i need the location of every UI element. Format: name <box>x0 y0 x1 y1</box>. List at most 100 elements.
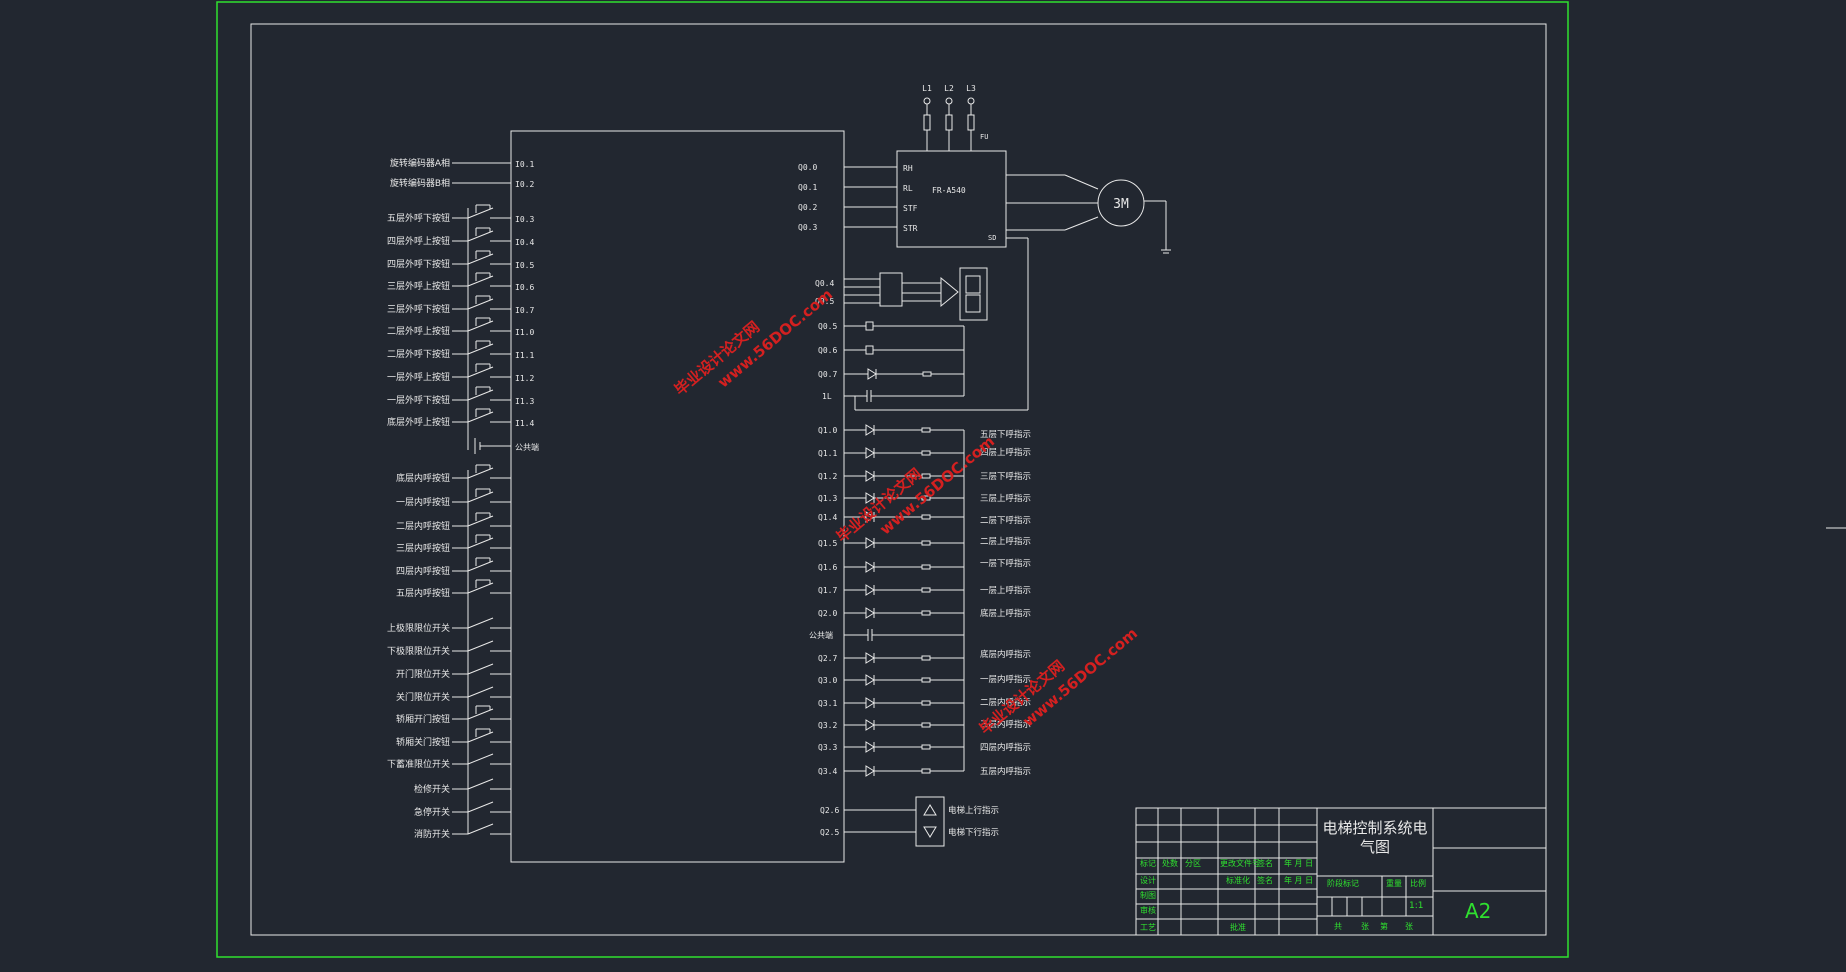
title-block-cell: 审核 <box>1140 905 1156 915</box>
phase-terminal <box>945 97 953 105</box>
lamp-diode <box>865 607 875 619</box>
phase-terminal <box>923 97 931 105</box>
watermark-layer: 毕业设计论文网www.56DOC.com 毕业设计论文网www.56DOC.com… <box>671 285 1141 738</box>
direction-label: 电梯下行指示 <box>948 827 999 838</box>
drawing-title: 气图 <box>1360 838 1390 856</box>
input-label: 五层内呼按钮 <box>396 587 450 599</box>
contact-blade <box>467 366 494 378</box>
input-label: 二层内呼按钮 <box>396 520 450 532</box>
lamp-resistor <box>921 427 931 433</box>
lamp-resistor <box>921 564 931 570</box>
phase-label: L3 <box>966 84 976 93</box>
lamp-output-label: Q3.0 <box>818 676 837 685</box>
contact-blade <box>467 230 494 242</box>
input-label: 旋转编码器B相 <box>390 177 450 189</box>
contact-blade <box>467 491 494 503</box>
lamp-diode <box>865 424 875 436</box>
direction-output-label: Q2.5 <box>820 828 839 837</box>
inverter-sd: SD <box>988 234 996 242</box>
lamp-label: 三层上呼指示 <box>980 493 1031 504</box>
input-terminal-label: I0.1 <box>515 160 534 169</box>
input-terminal-label: I1.3 <box>515 397 534 406</box>
input-terminal-label: I0.7 <box>515 306 534 315</box>
title-block-cell: 标准化 <box>1226 875 1250 885</box>
phase-label: L2 <box>944 84 954 93</box>
segment-top <box>965 275 981 294</box>
lamp-resistor <box>921 744 931 750</box>
phase-label: L1 <box>922 84 932 93</box>
input-terminal-label: I0.4 <box>515 238 534 247</box>
contact-blade <box>467 617 494 629</box>
fuse <box>923 114 931 131</box>
lamp-diode <box>865 697 875 709</box>
motor-wire <box>1064 174 1099 190</box>
input-side: 旋转编码器A相 I0.1 旋转编码器B相 I0.2 五层外呼下按钮 I0.3 四层外呼上按钮… <box>387 157 539 840</box>
drive-circuit: Q0.0 RH Q0.1 RL Q0.2 STF Q0.3 STR FR-A540 SD L1 L2 L… <box>798 84 1171 388</box>
misc-outputs: Q0.5 Q0.6 Q0.7 1L <box>818 321 1029 411</box>
input-label: 二层外呼上按钮 <box>387 325 450 337</box>
contact-blade <box>467 801 494 813</box>
input-label: 底层外呼上按钮 <box>387 416 450 428</box>
lamp-output-label: 公共端 <box>809 630 833 640</box>
misc-output-label: 1L <box>822 392 832 401</box>
input-label: 旋转编码器A相 <box>390 157 450 169</box>
inverter-terminal: RL <box>903 184 913 193</box>
contact-blade <box>467 663 494 675</box>
contact-blade <box>467 411 494 423</box>
fuse-label: FU <box>980 133 988 141</box>
lamp-resistor <box>921 540 931 546</box>
lamp-resistor <box>921 722 931 728</box>
lamp-label: 四层内呼指示 <box>980 742 1031 753</box>
bus-arrow-head <box>940 276 959 308</box>
misc-output-label: Q0.7 <box>818 370 837 379</box>
contact-blade <box>467 753 494 765</box>
contact-blade <box>467 275 494 287</box>
contact-blade <box>467 731 494 743</box>
lamp-resistor <box>921 450 931 456</box>
down-arrow-icon <box>923 826 937 838</box>
input-label: 急停开关 <box>414 806 450 818</box>
contact-blade <box>467 515 494 527</box>
input-label: 四层外呼下按钮 <box>387 258 450 270</box>
motor-wire <box>1064 216 1099 231</box>
direction-label: 电梯上行指示 <box>948 805 999 816</box>
input-label: 下蓄准限位开关 <box>387 758 450 770</box>
input-label: 轿厢开门按钮 <box>396 713 450 725</box>
contact-blade <box>467 467 494 479</box>
input-label: 关门限位开关 <box>396 691 450 703</box>
input-label: 一层外呼下按钮 <box>387 394 450 406</box>
title-block-cell: 年 月 日 <box>1284 875 1313 885</box>
drive-output-label: Q0.2 <box>798 203 817 212</box>
paper-size: A2 <box>1465 899 1491 923</box>
watermark: 毕业设计论文网www.56DOC.com <box>671 285 836 399</box>
direction-output-label: Q2.6 <box>820 806 839 815</box>
lamp-label: 五层内呼指示 <box>980 766 1031 777</box>
fuse <box>945 114 953 131</box>
lamp-output-label: Q2.0 <box>818 609 837 618</box>
lamp-label: 二层下呼指示 <box>980 515 1031 526</box>
lamp-diode <box>865 674 875 686</box>
electrical-drawing-sheet: 旋转编码器A相 I0.1 旋转编码器B相 I0.2 五层外呼下按钮 I0.3 四层外呼上按钮… <box>216 1 1846 958</box>
input-terminal-label: I1.1 <box>515 351 534 360</box>
lamp-output-label: Q1.2 <box>818 472 837 481</box>
direction-outputs: Q2.6 电梯上行指示 Q2.5 电梯下行指示 <box>820 796 999 847</box>
weight-label: 重量 <box>1386 878 1402 888</box>
lamp-diode <box>865 719 875 731</box>
title-block-cell: 工艺 <box>1140 923 1156 932</box>
lamp-resistor <box>921 514 931 520</box>
contact-blade <box>467 560 494 572</box>
lamp-diode <box>865 561 875 573</box>
title-block-cell: 标记 <box>1140 858 1156 868</box>
contact-blade <box>467 778 494 790</box>
title-block-cell: 年 月 日 <box>1284 858 1313 868</box>
lamp-label: 二层上呼指示 <box>980 536 1031 547</box>
stage-mark-label: 阶段标记 <box>1327 878 1359 888</box>
up-arrow-icon <box>923 804 937 816</box>
decoder-box <box>879 272 903 307</box>
inverter-model: FR-A540 <box>932 186 966 195</box>
lamp-resistor <box>921 587 931 593</box>
input-terminal-label: I0.3 <box>515 215 534 224</box>
plc-module <box>510 130 845 863</box>
approve-label: 批准 <box>1230 922 1246 932</box>
lamp-label: 底层上呼指示 <box>980 608 1031 619</box>
